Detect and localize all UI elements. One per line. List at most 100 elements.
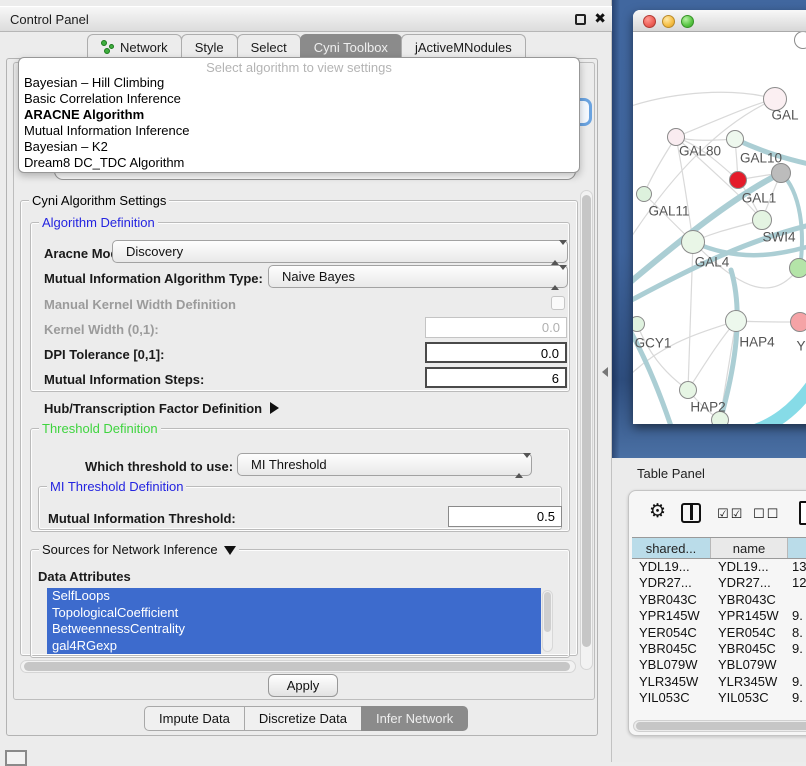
table-row[interactable]: YBL079W YBL079W [632, 657, 806, 673]
node-gal1[interactable] [752, 210, 772, 230]
node-gal10[interactable] [726, 130, 744, 148]
tab-network[interactable]: Network [87, 34, 182, 59]
table-row[interactable]: YLR345W YLR345W 9. [632, 674, 806, 690]
node-label-y: Y [796, 339, 805, 354]
tab-impute-data[interactable]: Impute Data [144, 706, 245, 731]
dropdown-item[interactable]: ARACNE Algorithm [19, 107, 579, 123]
node-label-gal80: GAL80 [679, 144, 721, 159]
float-panel-icon[interactable] [575, 14, 586, 25]
node-hap4[interactable] [725, 310, 747, 332]
table-row[interactable]: YER054C YER054C 8. [632, 625, 806, 641]
node-table: shared... name A YDL19... YDL19... 13 [632, 537, 806, 707]
tab-jactivemnodules[interactable]: jActiveMNodules [401, 34, 526, 59]
table-row[interactable]: YDR27... YDR27... 12 [632, 575, 806, 591]
node-gcy1[interactable] [633, 316, 645, 332]
splitter-handle[interactable] [602, 367, 608, 377]
which-threshold-select[interactable]: MI Threshold [237, 453, 532, 476]
node-label-gal11: GAL11 [648, 204, 689, 219]
group-title: Threshold Definition [39, 421, 161, 436]
node-gal4[interactable] [681, 230, 705, 254]
cell-value: 12 [788, 575, 806, 591]
cell-name: YPR145W [711, 608, 788, 624]
mi-type-value: Naive Bayes [282, 269, 355, 284]
collapse-down-icon [224, 546, 236, 555]
network-view-window[interactable]: GALGAL80GAL10GAL1GAL11GAL4SWI4GCY1HAP4YH… [633, 10, 806, 424]
kernel-width-field[interactable]: 0.0 [425, 317, 567, 338]
cell-shared-name: YIL053C [632, 690, 711, 706]
cell-shared-name: YBR045C [632, 641, 711, 657]
scrollbar-thumb[interactable] [636, 722, 806, 730]
manual-kernel-checkbox[interactable] [551, 296, 565, 310]
column-header[interactable]: name [711, 538, 788, 558]
scrollbar-thumb[interactable] [582, 195, 591, 647]
attributes-scrollbar[interactable] [542, 590, 553, 652]
node-red-selected[interactable] [729, 171, 747, 189]
node-gal11[interactable] [636, 186, 652, 202]
apply-button[interactable]: Apply [268, 674, 338, 697]
aracne-mode-select[interactable]: Discovery [112, 240, 568, 263]
node-label-gal1: GAL1 [742, 191, 777, 206]
dropdown-item[interactable]: Mutual Information Inference [19, 123, 579, 139]
dpi-tolerance-label: DPI Tolerance [0,1]: [44, 347, 164, 362]
dropdown-item[interactable]: Bayesian – Hill Climbing [19, 75, 579, 91]
minimize-window-icon[interactable] [662, 15, 675, 28]
close-window-icon[interactable] [643, 15, 656, 28]
mi-steps-field[interactable]: 6 [425, 367, 567, 388]
node-swi4[interactable] [789, 258, 806, 278]
tab-select[interactable]: Select [237, 34, 301, 59]
node-partial-topright[interactable] [794, 32, 806, 49]
mi-type-select[interactable]: Naive Bayes [268, 265, 568, 288]
dropdown-item[interactable]: Bayesian – K2 [19, 139, 579, 155]
gear-icon[interactable]: ⚙ [649, 500, 666, 523]
tab-style[interactable]: Style [181, 34, 238, 59]
cell-name: YDL19... [711, 559, 788, 575]
attribute-item-selected[interactable]: SelfLoops [47, 588, 541, 605]
table-row[interactable]: YBR045C YBR045C 9. [632, 641, 806, 657]
tab-discretize-data[interactable]: Discretize Data [244, 706, 362, 731]
network-window-titlebar[interactable] [633, 10, 806, 32]
attribute-item-selected[interactable]: BetweennessCentrality [47, 621, 541, 638]
node-salmon[interactable] [790, 312, 806, 332]
attribute-item-selected[interactable]: gal4RGexp [47, 638, 541, 655]
zoom-window-icon[interactable] [681, 15, 694, 28]
close-icon[interactable]: ✖ [594, 10, 606, 27]
table-row[interactable]: YPR145W YPR145W 9. [632, 608, 806, 624]
stepper-arrows-icon [551, 270, 560, 285]
tab-cyni-toolbox[interactable]: Cyni Toolbox [300, 34, 402, 59]
column-header[interactable]: A [788, 538, 806, 558]
settings-vertical-scrollbar[interactable] [580, 190, 593, 670]
document-icon[interactable] [799, 501, 806, 525]
attribute-item-selected[interactable]: TopologicalCoefficient [47, 605, 541, 622]
node-table-panel: ⚙ ☑☑ ☐☐ shared... name A YDL19... [628, 490, 806, 736]
node-gray[interactable] [771, 163, 791, 183]
scrollbar-thumb[interactable] [544, 592, 551, 632]
table-row[interactable]: YIL053C YIL053C 9. [632, 690, 806, 706]
hub-definition-toggle[interactable]: Hub/Transcription Factor Definition [44, 401, 279, 416]
sources-toggle[interactable]: Sources for Network Inference [39, 542, 239, 557]
scrollbar-thumb[interactable] [24, 662, 570, 671]
tab-label: Infer Network [376, 711, 453, 726]
right-column: GALGAL80GAL10GAL1GAL11GAL4SWI4GCY1HAP4YH… [612, 0, 806, 762]
cell-shared-name: YDR27... [632, 575, 711, 591]
network-canvas[interactable]: GALGAL80GAL10GAL1GAL11GAL4SWI4GCY1HAP4YH… [633, 32, 806, 424]
table-horizontal-scrollbar[interactable] [633, 720, 806, 732]
select-all-icon[interactable]: ☑☑ [717, 506, 744, 522]
dropdown-item[interactable]: Dream8 DC_TDC Algorithm [19, 155, 579, 171]
tab-infer-network[interactable]: Infer Network [361, 706, 468, 731]
node-hap2[interactable] [679, 381, 697, 399]
column-header[interactable]: shared... [632, 538, 711, 558]
columns-icon[interactable] [681, 503, 701, 523]
deselect-all-icon[interactable]: ☐☐ [753, 506, 780, 522]
table-row[interactable]: YDL19... YDL19... 13 [632, 559, 806, 575]
which-threshold-value: MI Threshold [251, 457, 327, 472]
node-label-hap4: HAP4 [739, 335, 774, 350]
dpi-tolerance-field[interactable]: 0.0 [425, 342, 567, 363]
cell-value: 9. [788, 608, 806, 624]
settings-horizontal-scrollbar[interactable] [20, 660, 576, 673]
tab-label: Network [120, 40, 168, 55]
tab-label: Impute Data [159, 711, 230, 726]
docked-panel-icon[interactable] [5, 750, 27, 766]
table-row[interactable]: YBR043C YBR043C [632, 592, 806, 608]
dropdown-item[interactable]: Basic Correlation Inference [19, 91, 579, 107]
mi-threshold-field[interactable]: 0.5 [448, 506, 562, 527]
